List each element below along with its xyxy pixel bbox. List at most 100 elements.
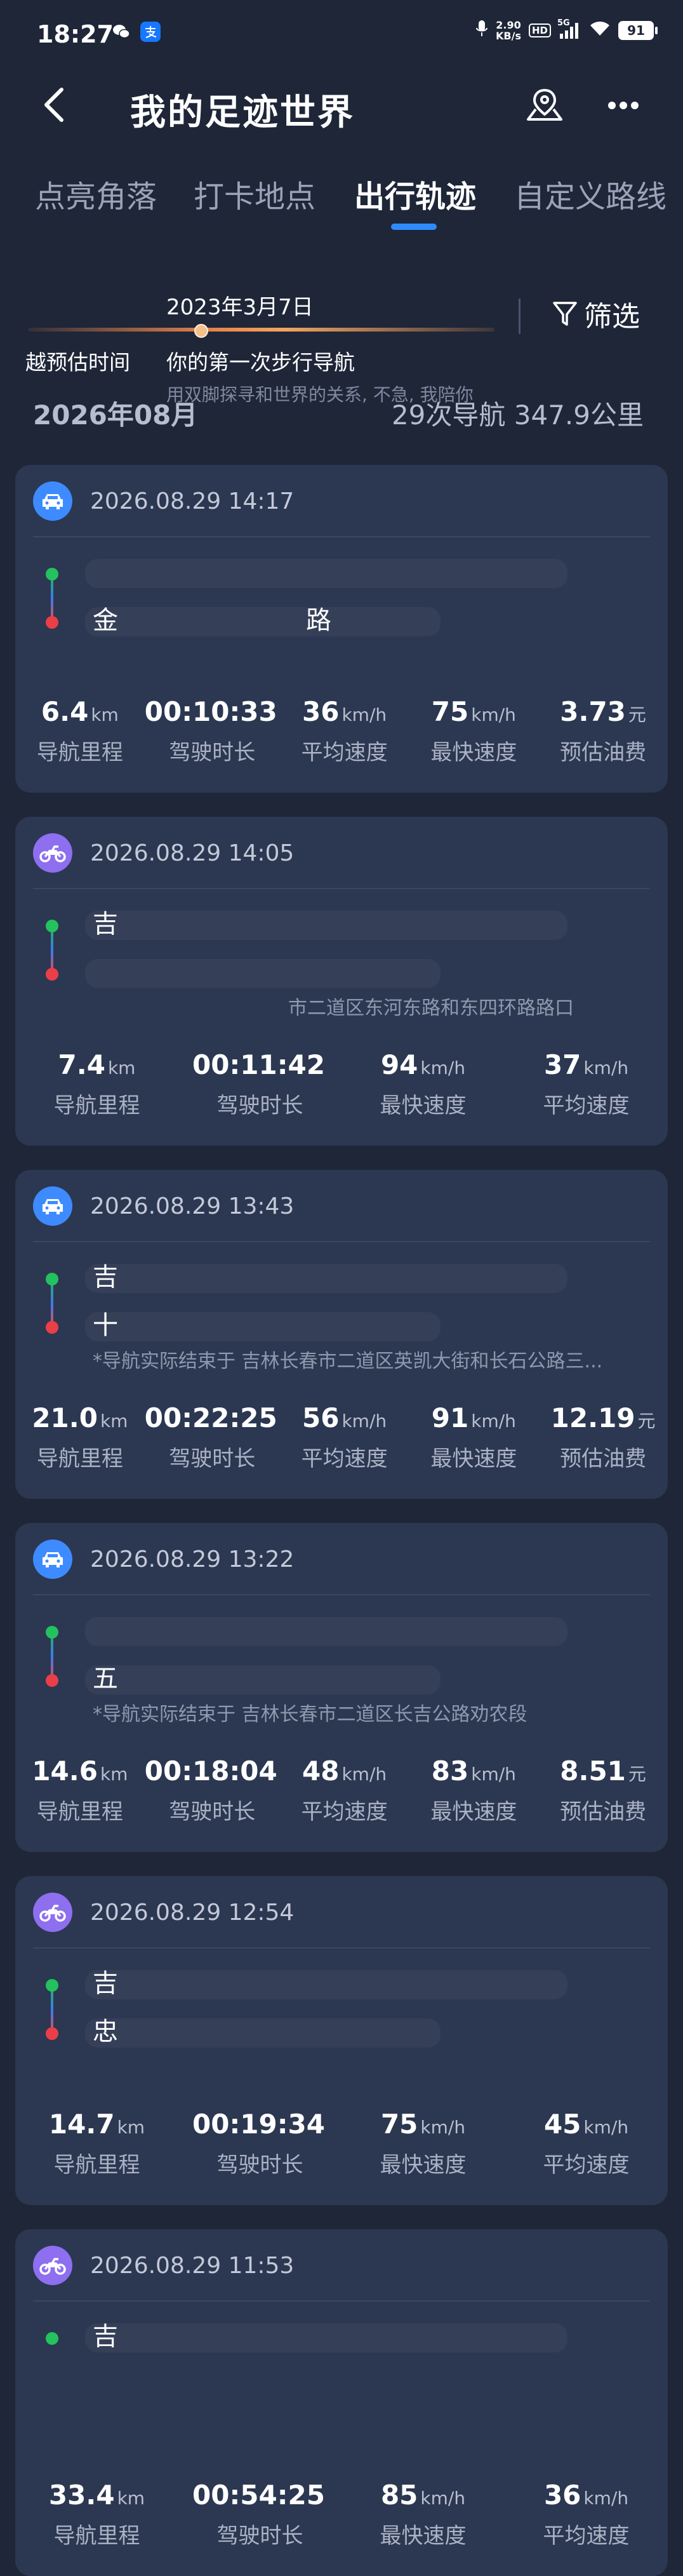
stat-unit: km/h xyxy=(583,2488,629,2509)
stat-label: 平均速度 xyxy=(543,2152,630,2178)
trip-date: 2026.08.29 13:22 xyxy=(90,1546,295,1573)
route-connector xyxy=(51,574,53,622)
stat-label: 驾驶时长 xyxy=(169,1446,256,1472)
stat-value: 6.4 xyxy=(41,696,89,727)
trip-card-header: 2026.08.29 13:43 xyxy=(33,1186,294,1226)
redacted-end-address xyxy=(85,1665,441,1694)
tab-custom-routes[interactable]: 自定义路线 xyxy=(514,171,666,216)
trip-card[interactable]: 2026.08.29 11:53 吉 33.4 km 导航里程 00:54:25 … xyxy=(15,2229,668,2576)
trip-card[interactable]: 2026.08.29 14:05 吉市二道区东河东路和东四环路路口 7.4 km … xyxy=(15,817,668,1146)
trip-card[interactable]: 2026.08.29 12:54 吉忠 14.7 km 导航里程 00:19:34… xyxy=(15,1876,668,2205)
trip-stats: 7.4 km 导航里程 00:11:42 驾驶时长 94 km/h 最快速度 37 k… xyxy=(15,1049,668,1119)
stat-label: 导航里程 xyxy=(53,1093,140,1118)
trip-card-header: 2026.08.29 11:53 xyxy=(33,2246,294,2285)
trip-stat: 75 km/h 最快速度 xyxy=(409,696,538,766)
stat-value: 00:22:25 xyxy=(144,1402,277,1433)
stat-unit: 元 xyxy=(628,704,646,725)
redacted-start-address xyxy=(85,1617,567,1646)
net-speed: 2.90 KB/s xyxy=(496,20,521,41)
route-end-dot xyxy=(46,968,58,981)
stat-label: 驾驶时长 xyxy=(216,2523,303,2549)
tab-check-in-places[interactable]: 打卡地点 xyxy=(194,171,315,216)
stat-label: 最快速度 xyxy=(430,1799,517,1825)
stat-label: 驾驶时长 xyxy=(216,1093,303,1118)
more-options-button[interactable] xyxy=(599,81,647,130)
filter-button[interactable]: 筛选 xyxy=(552,293,640,334)
trip-stat: 56 km/h 平均速度 xyxy=(280,1402,409,1472)
more-dots-icon xyxy=(608,102,639,109)
trip-card[interactable]: 2026.08.29 14:17 金 路 6.4 km 导航里程 00:10:33 … xyxy=(15,465,668,793)
stat-unit: 元 xyxy=(628,1764,646,1785)
tab-light-corners[interactable]: 点亮角落 xyxy=(35,171,157,216)
stat-value: 36 xyxy=(543,2479,581,2511)
timeline-left-label: 越预估时间 xyxy=(25,350,130,375)
map-pin-icon xyxy=(527,88,562,121)
stat-value: 12.19 xyxy=(550,1402,635,1433)
redacted-end-address xyxy=(85,959,441,988)
route-start-dot xyxy=(46,1273,58,1285)
trip-card[interactable]: 2026.08.29 13:22 五 *导航实际结束于 吉林长春市二道区长吉公路劝… xyxy=(15,1523,668,1852)
trip-stat: 00:19:34 驾驶时长 xyxy=(178,2109,342,2178)
microphone-icon xyxy=(475,19,488,42)
stat-unit: km/h xyxy=(583,1057,629,1078)
stat-label: 平均速度 xyxy=(543,2523,630,2549)
motorcycle-icon xyxy=(33,1893,72,1932)
stat-label: 预估油费 xyxy=(560,740,647,765)
stat-unit: km xyxy=(117,2488,145,2509)
trip-date: 2026.08.29 11:53 xyxy=(90,2252,295,2279)
trip-stat: 36 km/h 平均速度 xyxy=(280,696,409,766)
stat-label: 最快速度 xyxy=(380,2523,467,2549)
route-end-dot xyxy=(46,2027,58,2040)
stat-value: 14.6 xyxy=(32,1755,98,1787)
route-end-dot xyxy=(46,1674,58,1687)
route-connector xyxy=(51,1985,53,2034)
signal-icon: 5G xyxy=(557,18,581,39)
trip-stat: 94 km/h 最快速度 xyxy=(342,1049,505,1119)
trip-stats: 14.6 km 导航里程 00:18:04 驾驶时长 48 km/h 平均速度 83… xyxy=(15,1755,668,1825)
redacted-start-address xyxy=(85,1970,567,1999)
trip-stat: 48 km/h 平均速度 xyxy=(280,1755,409,1825)
trip-stat: 36 km/h 平均速度 xyxy=(505,2479,668,2549)
trip-stat: 6.4 km 导航里程 xyxy=(15,696,145,766)
card-divider xyxy=(33,2300,650,2302)
stat-unit: km xyxy=(107,1057,136,1078)
stat-label: 驾驶时长 xyxy=(169,1799,256,1825)
trip-date: 2026.08.29 12:54 xyxy=(90,1899,295,1926)
back-button[interactable] xyxy=(32,83,76,127)
month-header: 2026年08月 29次导航 347.9公里 xyxy=(0,399,683,437)
stat-label: 最快速度 xyxy=(380,2152,467,2178)
route-end-note: *导航实际结束于 吉林长春市二道区长吉公路劝农段 xyxy=(93,1703,527,1726)
trip-card[interactable]: 2026.08.29 13:43 吉十 *导航实际结束于 吉林长春市二道区英凯大街… xyxy=(15,1170,668,1499)
stat-unit: km xyxy=(100,1411,128,1432)
stat-label: 驾驶时长 xyxy=(169,740,256,765)
status-indicators: 2.90 KB/s HD 5G 91 xyxy=(475,18,658,42)
stat-unit: km xyxy=(117,2117,145,2138)
month-summary: 29次导航 347.9公里 xyxy=(391,399,644,431)
route-connector xyxy=(51,926,53,974)
stat-value: 75 xyxy=(431,696,469,727)
timeline-marker[interactable] xyxy=(194,324,208,338)
trip-stat: 83 km/h 最快速度 xyxy=(409,1755,538,1825)
stat-unit: km/h xyxy=(420,2488,466,2509)
trip-card-header: 2026.08.29 13:22 xyxy=(33,1540,294,1579)
timeline-track[interactable] xyxy=(28,328,494,332)
stat-unit: km/h xyxy=(471,704,516,725)
wifi-icon xyxy=(589,20,611,41)
stat-label: 导航里程 xyxy=(36,1446,123,1472)
filter-label: 筛选 xyxy=(584,300,640,333)
trip-stat: 00:10:33 驾驶时长 xyxy=(145,696,280,766)
status-bar: 18:27 2.90 KB/s HD 5G 91 xyxy=(0,0,683,71)
stat-value: 00:54:25 xyxy=(192,2479,325,2511)
stat-value: 48 xyxy=(302,1755,340,1787)
motorcycle-icon xyxy=(33,833,72,873)
trip-stat: 75 km/h 最快速度 xyxy=(342,2109,505,2178)
trip-date: 2026.08.29 13:43 xyxy=(90,1193,295,1219)
map-location-button[interactable] xyxy=(521,81,569,130)
tab-travel-tracks[interactable]: 出行轨迹 xyxy=(354,171,476,216)
redacted-end-address xyxy=(85,2018,441,2048)
route-start-text: 吉 xyxy=(93,2322,118,2351)
stat-label: 导航里程 xyxy=(36,740,123,765)
card-divider xyxy=(33,1241,650,1242)
stat-unit: km/h xyxy=(471,1764,516,1785)
trip-stats: 6.4 km 导航里程 00:10:33 驾驶时长 36 km/h 平均速度 75 k… xyxy=(15,696,668,766)
